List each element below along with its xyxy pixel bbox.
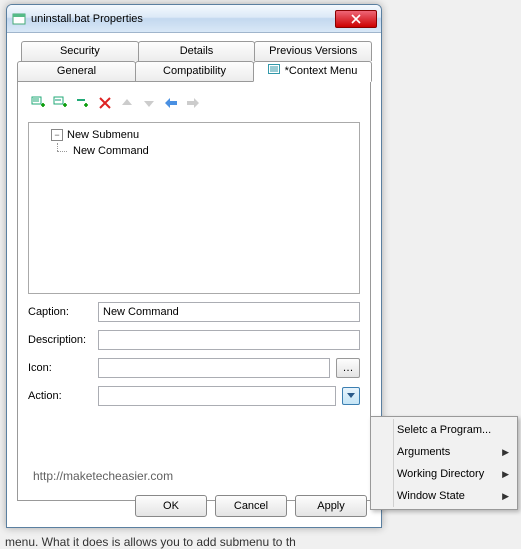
move-down-button[interactable]: [140, 94, 158, 112]
tree-collapse-icon[interactable]: −: [51, 129, 63, 141]
action-input[interactable]: [98, 386, 336, 406]
tree-node-root[interactable]: − New Submenu: [33, 127, 355, 143]
add-command-button[interactable]: [52, 94, 70, 112]
caption-label: Caption:: [28, 306, 92, 318]
app-icon: [11, 11, 27, 27]
apply-button[interactable]: Apply: [295, 495, 367, 517]
titlebar[interactable]: uninstall.bat Properties: [7, 5, 381, 33]
move-up-button[interactable]: [118, 94, 136, 112]
tree-node-child[interactable]: New Command: [33, 143, 355, 159]
context-menu-tab-icon: [268, 62, 280, 80]
submenu-arrow-icon: ▶: [502, 491, 509, 502]
icon-input[interactable]: [98, 358, 330, 378]
chevron-down-icon: [347, 393, 355, 399]
description-input[interactable]: [98, 330, 360, 350]
tree-root-label: New Submenu: [67, 129, 139, 141]
action-dropdown-menu: Seletc a Program... Arguments ▶ Working …: [370, 416, 518, 510]
add-submenu-button[interactable]: [30, 94, 48, 112]
menu-item-arguments[interactable]: Arguments ▶: [373, 441, 515, 463]
back-button[interactable]: [162, 94, 180, 112]
menu-item-window-state[interactable]: Window State ▶: [373, 485, 515, 507]
delete-button[interactable]: [96, 94, 114, 112]
toolbar: [28, 92, 360, 114]
submenu-arrow-icon: ▶: [502, 447, 509, 458]
tab-compatibility[interactable]: Compatibility: [135, 61, 254, 81]
menu-tree[interactable]: − New Submenu New Command: [28, 122, 360, 294]
ok-button[interactable]: OK: [135, 495, 207, 517]
submenu-arrow-icon: ▶: [502, 469, 509, 480]
properties-dialog: uninstall.bat Properties Security Detail…: [6, 4, 382, 528]
icon-label: Icon:: [28, 362, 92, 374]
description-label: Description:: [28, 334, 92, 346]
close-button[interactable]: [335, 10, 377, 28]
menu-item-label: Working Directory: [397, 468, 484, 480]
menu-item-working-directory[interactable]: Working Directory ▶: [373, 463, 515, 485]
dialog-buttons: OK Cancel Apply: [135, 495, 367, 517]
background-article-text: menu. What it does is allows you to add …: [5, 535, 296, 549]
tab-details[interactable]: Details: [138, 41, 256, 61]
menu-item-label: Window State: [397, 490, 465, 502]
ellipsis-icon: …: [343, 362, 354, 374]
tab-context-menu[interactable]: *Context Menu: [253, 61, 372, 82]
cancel-button[interactable]: Cancel: [215, 495, 287, 517]
tree-connector-icon: [51, 143, 71, 159]
browse-icon-button[interactable]: …: [336, 358, 360, 378]
caption-input[interactable]: [98, 302, 360, 322]
action-label: Action:: [28, 390, 92, 402]
tab-panel: − New Submenu New Command Caption: Descr…: [17, 81, 371, 501]
window-title: uninstall.bat Properties: [31, 13, 335, 25]
tree-child-label: New Command: [73, 145, 149, 157]
menu-item-label: Arguments: [397, 446, 450, 458]
tab-general[interactable]: General: [17, 61, 136, 81]
tabs: Security Details Previous Versions Gener…: [17, 41, 371, 501]
action-dropdown-button[interactable]: [342, 387, 360, 405]
watermark-text: http://maketecheasier.com: [33, 469, 173, 483]
menu-item-label: Seletc a Program...: [397, 424, 491, 436]
tab-previous-versions[interactable]: Previous Versions: [254, 41, 372, 61]
menu-item-select-program[interactable]: Seletc a Program...: [373, 419, 515, 441]
tab-context-menu-label: *Context Menu: [285, 65, 358, 77]
add-separator-button[interactable]: [74, 94, 92, 112]
tab-security[interactable]: Security: [21, 41, 139, 61]
forward-button[interactable]: [184, 94, 202, 112]
